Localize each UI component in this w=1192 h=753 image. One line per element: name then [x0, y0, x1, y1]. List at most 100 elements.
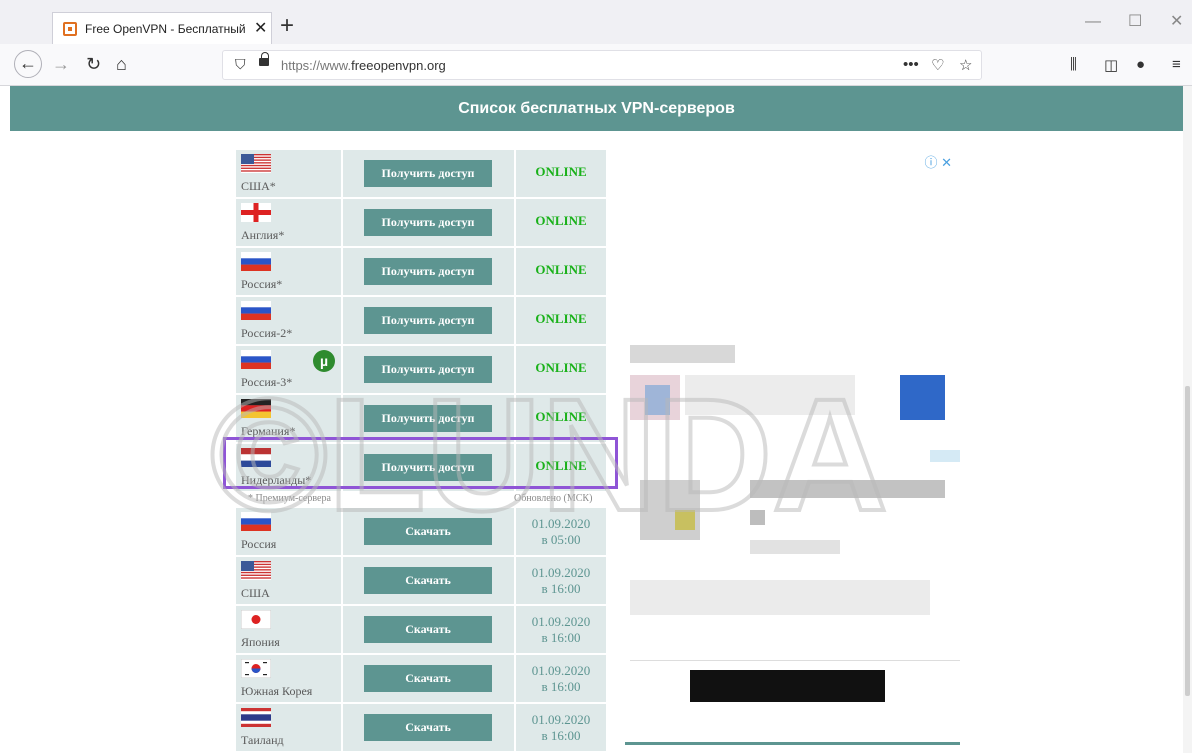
- country-label: Южная Корея: [241, 684, 313, 698]
- premium-note: * Премиум-сервера: [248, 493, 331, 504]
- download-button[interactable]: Скачать: [364, 616, 492, 643]
- download-button[interactable]: Скачать: [364, 714, 492, 741]
- reload-icon[interactable]: ↻: [86, 52, 101, 76]
- ad-pixel: [675, 510, 695, 530]
- home-icon[interactable]: ⌂: [116, 52, 127, 76]
- action-cell: Скачать: [343, 557, 514, 604]
- title-bar: Free OpenVPN - Бесплатный ✕ + — ☐ ✕: [0, 0, 1192, 44]
- get-access-button[interactable]: Получить доступ: [364, 258, 492, 285]
- status-cell: ONLINE: [516, 150, 606, 197]
- updated-datetime: 01.09.2020 в 16:00: [516, 712, 606, 744]
- server-row: µ Россия-3* Получить доступ ONLINE: [236, 346, 606, 393]
- tracking-shield-icon[interactable]: ⛉: [235, 56, 246, 73]
- bookmark-star-icon[interactable]: ☆: [959, 56, 972, 74]
- address-bar[interactable]: ⛉ https://www.freeopenvpn.org ••• ♡ ☆: [222, 50, 982, 80]
- action-cell: Получить доступ: [343, 248, 514, 295]
- ad-pixel: [685, 375, 855, 415]
- country-label: Англия*: [241, 228, 285, 242]
- action-cell: Получить доступ: [343, 346, 514, 393]
- get-access-button[interactable]: Получить доступ: [364, 209, 492, 236]
- country-cell: Англия*: [236, 199, 341, 246]
- update-date: 01.09.2020: [531, 712, 591, 727]
- download-button[interactable]: Скачать: [364, 567, 492, 594]
- minimize-icon[interactable]: —: [1085, 14, 1101, 30]
- action-cell: Скачать: [343, 606, 514, 653]
- country-cell: Россия: [236, 508, 341, 555]
- navigation-bar: ← → ↻ ⌂ ⛉ https://www.freeopenvpn.org ••…: [0, 44, 1192, 86]
- country-label: Таиланд: [241, 733, 284, 747]
- ad-pixel: [630, 345, 735, 363]
- utorrent-icon: µ: [313, 350, 335, 372]
- page-actions-icon[interactable]: •••: [903, 56, 919, 73]
- notes-row: * Премиум-сервера Обновлено (МСК): [236, 493, 606, 507]
- ad-pixel: [645, 385, 670, 415]
- forward-icon[interactable]: →: [52, 52, 70, 76]
- update-date: 01.09.2020: [531, 565, 591, 580]
- scrollbar-thumb[interactable]: [1185, 386, 1190, 696]
- ad-bottom-line: [625, 742, 960, 745]
- maximize-icon[interactable]: ☐: [1128, 14, 1142, 30]
- country-cell: Россия-2*: [236, 297, 341, 344]
- browser-tab[interactable]: Free OpenVPN - Бесплатный ✕: [52, 12, 272, 44]
- action-cell: Скачать: [343, 704, 514, 751]
- updated-cell: 01.09.2020 в 16:00: [516, 606, 606, 653]
- server-row: Россия* Получить доступ ONLINE: [236, 248, 606, 295]
- updated-cell: 01.09.2020 в 16:00: [516, 704, 606, 751]
- get-access-button[interactable]: Получить доступ: [364, 405, 492, 432]
- country-label: Россия*: [241, 277, 283, 291]
- country-cell: Южная Корея: [236, 655, 341, 702]
- action-cell: Скачать: [343, 655, 514, 702]
- lock-icon[interactable]: [259, 52, 269, 66]
- server-row: Россия Скачать 01.09.2020 в 05:00: [236, 508, 606, 555]
- country-label: США: [241, 586, 270, 600]
- get-access-button[interactable]: Получить доступ: [364, 307, 492, 334]
- library-icon[interactable]: ⫼: [1070, 56, 1077, 73]
- ad-info-close-icon[interactable]: ⓘ ✕: [924, 152, 952, 171]
- ad-pixel: [750, 540, 840, 554]
- country-cell: Германия*: [236, 395, 341, 442]
- menu-icon[interactable]: ≡: [1172, 56, 1181, 73]
- server-row: США* Получить доступ ONLINE: [236, 150, 606, 197]
- pocket-icon[interactable]: ♡: [931, 56, 944, 74]
- back-icon[interactable]: ←: [14, 50, 42, 78]
- country-cell: США: [236, 557, 341, 604]
- status-online: ONLINE: [535, 213, 587, 228]
- country-cell: µ Россия-3*: [236, 346, 341, 393]
- status-cell: ONLINE: [516, 297, 606, 344]
- account-icon[interactable]: ●: [1136, 56, 1145, 73]
- get-access-button[interactable]: Получить доступ: [364, 160, 492, 187]
- download-button[interactable]: Скачать: [364, 665, 492, 692]
- country-label: Россия-2*: [241, 326, 293, 340]
- page-title: Список бесплатных VPN-серверов: [458, 99, 735, 117]
- country-label: Япония: [241, 635, 280, 649]
- updated-datetime: 01.09.2020 в 05:00: [516, 516, 606, 548]
- site-favicon-icon: [63, 21, 77, 36]
- sidebar-icon[interactable]: ◫: [1104, 56, 1118, 74]
- country-cell: Япония: [236, 606, 341, 653]
- status-online: ONLINE: [535, 311, 587, 326]
- action-cell: Получить доступ: [343, 395, 514, 442]
- close-tab-icon[interactable]: ✕: [254, 20, 267, 37]
- action-cell: Получить доступ: [343, 150, 514, 197]
- highlight-box: [223, 437, 618, 489]
- status-online: ONLINE: [535, 360, 587, 375]
- scrollbar[interactable]: [1183, 86, 1192, 753]
- ad-pixel: [690, 670, 885, 702]
- ad-pixel: [630, 580, 930, 615]
- ad-banner[interactable]: ⓘ ✕: [625, 150, 960, 745]
- server-row: США Скачать 01.09.2020 в 16:00: [236, 557, 606, 604]
- server-row: Германия* Получить доступ ONLINE: [236, 395, 606, 442]
- get-access-button[interactable]: Получить доступ: [364, 356, 492, 383]
- server-row: Англия* Получить доступ ONLINE: [236, 199, 606, 246]
- country-label: США*: [241, 179, 276, 193]
- action-cell: Получить доступ: [343, 297, 514, 344]
- updated-cell: 01.09.2020 в 16:00: [516, 655, 606, 702]
- download-button[interactable]: Скачать: [364, 518, 492, 545]
- ad-pixel: [630, 660, 960, 661]
- close-window-icon[interactable]: ✕: [1170, 14, 1183, 30]
- status-cell: ONLINE: [516, 199, 606, 246]
- update-time: в 16:00: [541, 679, 581, 694]
- new-tab-icon[interactable]: +: [280, 14, 294, 38]
- server-row: Южная Корея Скачать 01.09.2020 в 16:00: [236, 655, 606, 702]
- updated-note: Обновлено (МСК): [514, 493, 593, 504]
